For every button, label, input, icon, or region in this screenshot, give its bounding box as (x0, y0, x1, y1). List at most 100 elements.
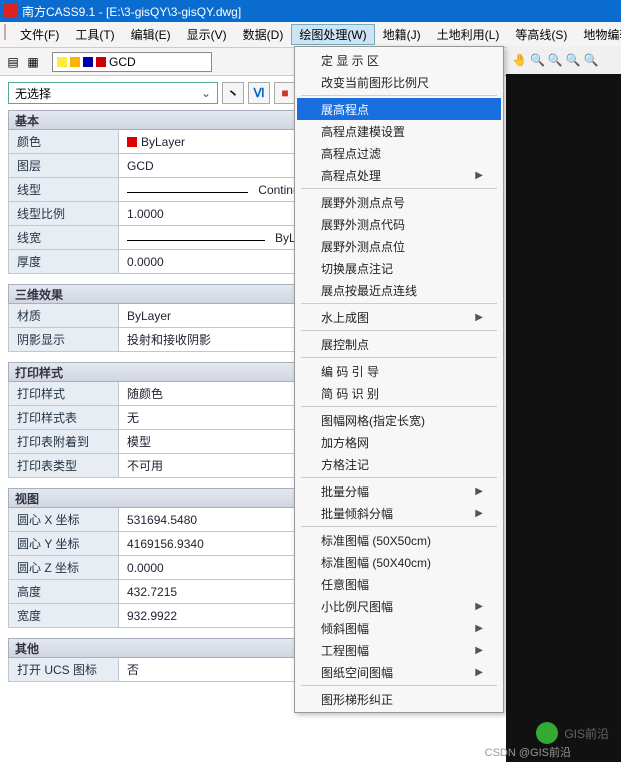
layers-filter-icon[interactable]: ▦ (24, 53, 42, 71)
menu-5[interactable]: 绘图处理(W) (291, 24, 374, 45)
menu-item-label: 图幅网格(指定长宽) (321, 412, 425, 429)
prop-value-text: 模型 (127, 433, 151, 450)
selection-combo[interactable]: 无选择 ⌄ (8, 82, 218, 104)
menu-item[interactable]: 展野外测点点位 (297, 235, 501, 257)
section-header[interactable]: 视图⌃ (8, 488, 328, 508)
menu-item[interactable]: 高程点建模设置 (297, 120, 501, 142)
tool-btn-3[interactable]: ■ (274, 82, 296, 104)
menu-item-label: 倾斜图幅 (321, 620, 369, 637)
layer-combo[interactable]: GCD (52, 52, 212, 72)
doc-icon[interactable] (4, 24, 6, 40)
menu-1[interactable]: 工具(T) (67, 24, 122, 45)
menu-3[interactable]: 显示(V) (179, 24, 235, 45)
prop-row[interactable]: 打印样式随颜色 (8, 382, 328, 406)
menu-item[interactable]: 批量倾斜分幅▶ (297, 502, 501, 524)
menu-item[interactable]: 切换展点注记 (297, 257, 501, 279)
tool-btn-2[interactable]: Ⅵ (248, 82, 270, 104)
menu-item-label: 方格注记 (321, 456, 369, 473)
prop-row[interactable]: 颜色ByLayer (8, 130, 328, 154)
menu-separator (301, 406, 497, 407)
menu-item[interactable]: 水上成图▶ (297, 306, 501, 328)
menu-separator (301, 303, 497, 304)
prop-label: 打印表类型 (9, 454, 119, 477)
layer-color-icon (96, 57, 106, 67)
menu-separator (301, 685, 497, 686)
menu-item-label: 展野外测点点位 (321, 238, 405, 255)
prop-row[interactable]: 打印样式表无 (8, 406, 328, 430)
menu-item[interactable]: 批量分幅▶ (297, 480, 501, 502)
csdn-watermark: CSDN @GIS前沿 (485, 744, 571, 760)
menu-item[interactable]: 高程点过滤 (297, 142, 501, 164)
menu-item[interactable]: 工程图幅▶ (297, 639, 501, 661)
prop-row[interactable]: 打开 UCS 图标否 (8, 658, 328, 682)
menu-item[interactable]: 展控制点 (297, 333, 501, 355)
prop-row[interactable]: 线型Continuous (8, 178, 328, 202)
zoom-ext-icon[interactable]: 🔍 (584, 53, 599, 67)
menu-item[interactable]: 高程点处理▶ (297, 164, 501, 186)
menu-item[interactable]: 改变当前图形比例尺 (297, 71, 501, 93)
menu-item[interactable]: 编 码 引 导 (297, 360, 501, 382)
menu-0[interactable]: 文件(F) (12, 24, 67, 45)
menu-item[interactable]: 标准图幅 (50X40cm) (297, 551, 501, 573)
prop-row[interactable]: 打印表类型不可用 (8, 454, 328, 478)
section-header[interactable]: 打印样式⌃ (8, 362, 328, 382)
layers-icon[interactable]: ▤ (4, 53, 22, 71)
line-sample (127, 192, 248, 193)
prop-row[interactable]: 材质ByLayer (8, 304, 328, 328)
prop-row[interactable]: 厚度0.0000 (8, 250, 328, 274)
menu-item[interactable]: 简 码 识 别 (297, 382, 501, 404)
prop-row[interactable]: 圆心 X 坐标531694.5480 (8, 508, 328, 532)
menu-item[interactable]: 展野外测点点号 (297, 191, 501, 213)
menu-6[interactable]: 地籍(J) (375, 24, 429, 45)
prop-value-text: 0.0000 (127, 561, 164, 575)
menu-2[interactable]: 编辑(E) (123, 24, 179, 45)
prop-row[interactable]: 圆心 Z 坐标 0.0000 (8, 556, 328, 580)
zoom-icon[interactable]: 🔍 (530, 53, 545, 67)
model-space[interactable] (506, 74, 621, 762)
section-header[interactable]: 三维效果⌃ (8, 284, 328, 304)
prop-row[interactable]: 高度432.7215 (8, 580, 328, 604)
prop-row[interactable]: 打印表附着到模型 (8, 430, 328, 454)
prop-value-text: 投射和接收阴影 (127, 331, 211, 348)
prop-row[interactable]: 线型比例1.0000 (8, 202, 328, 226)
menu-9[interactable]: 地物编辑 (575, 24, 621, 45)
zoom-in-icon[interactable]: 🔍 (548, 53, 563, 67)
menu-item[interactable]: 标准图幅 (50X50cm) (297, 529, 501, 551)
section-header[interactable]: 其他⌃ (8, 638, 328, 658)
prop-row[interactable]: 线宽ByLayer (8, 226, 328, 250)
draw-process-menu: 定 显 示 区改变当前图形比例尺展高程点高程点建模设置高程点过滤高程点处理▶ 展野… (294, 46, 504, 713)
tool-btn-1[interactable]: 丶 (222, 82, 244, 104)
prop-row[interactable]: 圆心 Y 坐标4169156.9340 (8, 532, 328, 556)
menu-item[interactable]: 图形梯形纠正 (297, 688, 501, 710)
menu-item[interactable]: 倾斜图幅▶ (297, 617, 501, 639)
menu-8[interactable]: 等高线(S) (507, 24, 575, 45)
menu-item[interactable]: 图幅网格(指定长宽) (297, 409, 501, 431)
prop-row[interactable]: 阴影显示投射和接收阴影 (8, 328, 328, 352)
prop-label: 材质 (9, 304, 119, 327)
menu-7[interactable]: 土地利用(L) (429, 24, 508, 45)
menu-item[interactable]: 任意图幅 (297, 573, 501, 595)
hand-icon[interactable]: 🤚 (512, 53, 527, 67)
menu-4[interactable]: 数据(D) (235, 24, 292, 45)
prop-label: 宽度 (9, 604, 119, 627)
prop-label: 圆心 Y 坐标 (9, 532, 119, 555)
prop-value-text: 无 (127, 409, 139, 426)
zoom-out-icon[interactable]: 🔍 (566, 53, 581, 67)
menu-item-label: 高程点过滤 (321, 145, 381, 162)
menu-item[interactable]: 展点按最近点连线 (297, 279, 501, 301)
submenu-arrow-icon: ▶ (475, 508, 483, 519)
menu-item[interactable]: 展野外测点代码 (297, 213, 501, 235)
prop-label: 圆心 Z 坐标 (9, 556, 119, 579)
prop-row[interactable]: 宽度932.9922 (8, 604, 328, 628)
menu-item[interactable]: 展高程点 (297, 98, 501, 120)
menu-item[interactable]: 小比例尺图幅▶ (297, 595, 501, 617)
menu-item[interactable]: 方格注记 (297, 453, 501, 475)
menu-item-label: 水上成图 (321, 309, 369, 326)
menu-item[interactable]: 加方格网 (297, 431, 501, 453)
menu-item-label: 展控制点 (321, 336, 369, 353)
prop-row[interactable]: 图层GCD (8, 154, 328, 178)
menu-item[interactable]: 图纸空间图幅▶ (297, 661, 501, 683)
section-header[interactable]: 基本⌃ (8, 110, 328, 130)
menu-item-label: 工程图幅 (321, 642, 369, 659)
menu-item[interactable]: 定 显 示 区 (297, 49, 501, 71)
